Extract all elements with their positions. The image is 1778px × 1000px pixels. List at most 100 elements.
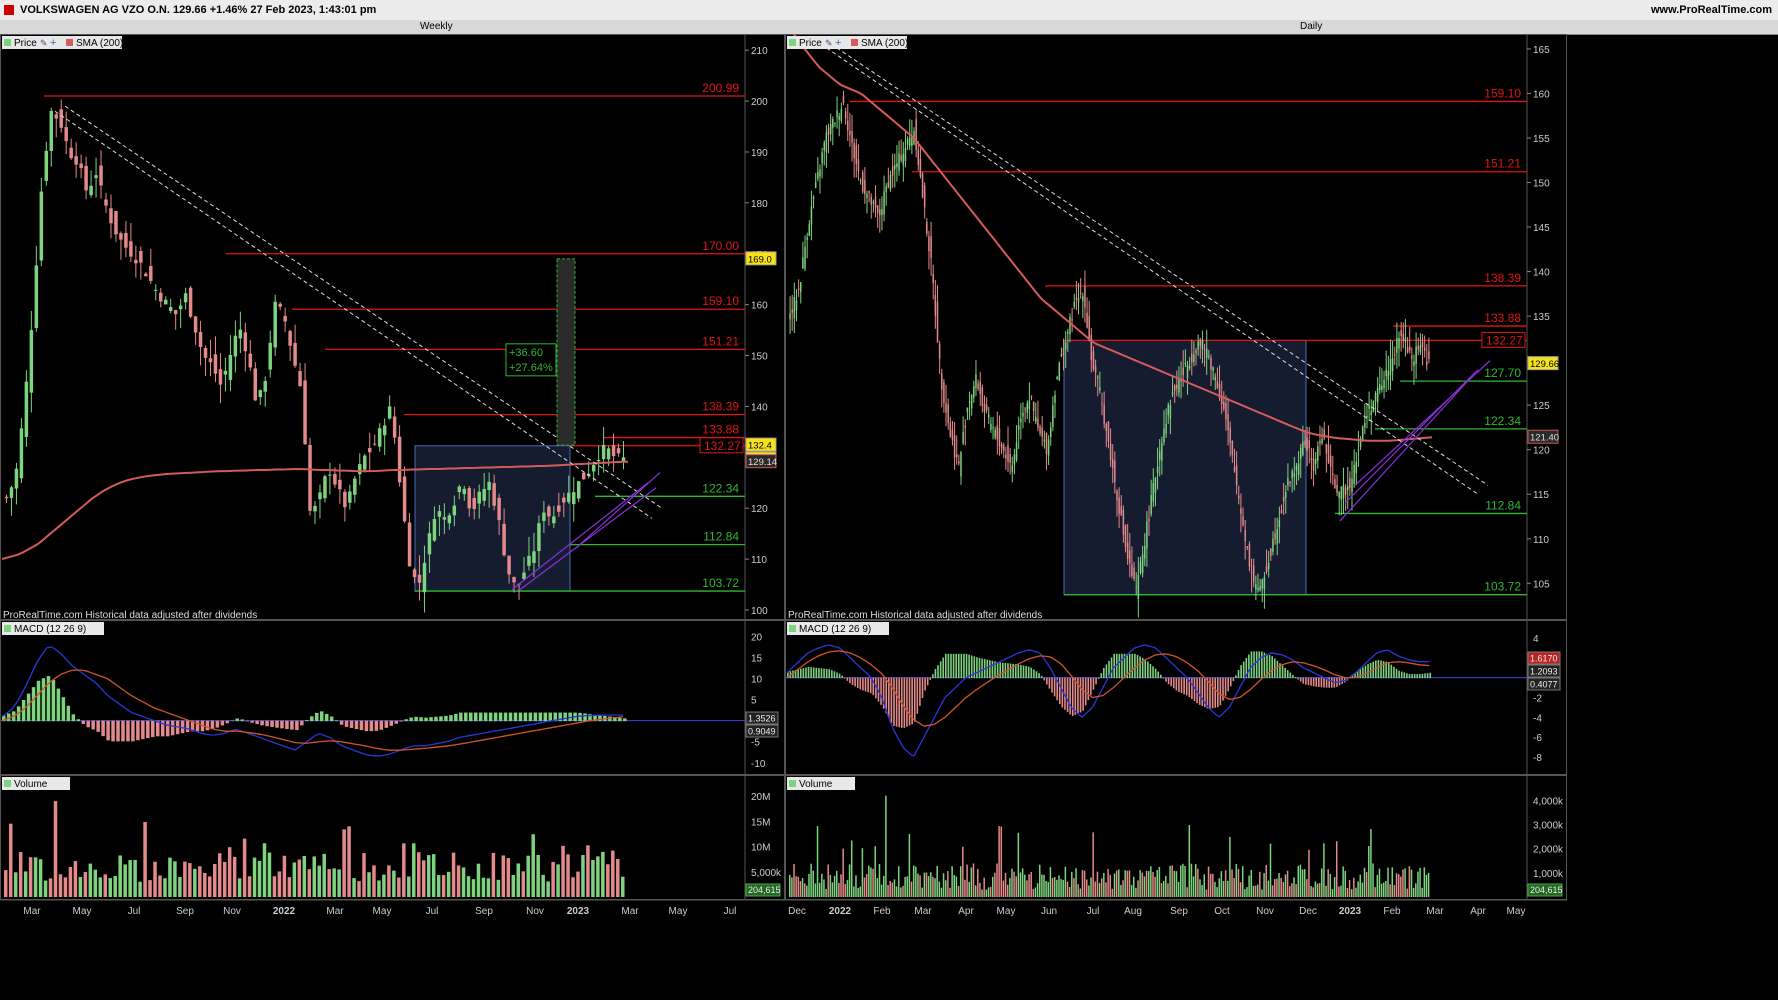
settings-wrench-icon[interactable]: ✎ [40, 38, 48, 48]
macd-hist-bar [503, 712, 508, 722]
volume-bar [108, 878, 112, 897]
volume-bar [1066, 881, 1069, 897]
candle-body [1417, 346, 1419, 350]
site-link[interactable]: www.ProRealTime.com [1651, 4, 1772, 16]
add-indicator-icon[interactable]: + [835, 37, 841, 49]
macd-hist-bar [1030, 667, 1033, 679]
candle-body [1099, 387, 1101, 391]
macd-hist-bar [849, 677, 851, 684]
macd-hist-bar [324, 713, 329, 722]
time-axis-tick: Apr [958, 906, 974, 917]
candle-body [1167, 404, 1170, 416]
macd-legend[interactable]: MACD (12 26 9) [2, 622, 104, 635]
measure-tool[interactable] [556, 258, 576, 446]
candle-body [134, 259, 138, 264]
volume-bar [541, 874, 545, 897]
time-axis-tick: Nov [223, 906, 241, 917]
macd-hist-bar [913, 677, 916, 722]
volume-bar [1378, 868, 1381, 897]
volume-bar [158, 875, 162, 897]
volume-bar [1105, 882, 1107, 897]
volume-bar [1083, 870, 1086, 897]
candle-body [1346, 485, 1349, 491]
volume-bar [441, 875, 446, 897]
volume-bar [863, 877, 866, 897]
candle-body [387, 406, 392, 419]
volume-bar [1259, 871, 1261, 897]
level-label: 159.10 [702, 294, 739, 308]
macd-hist-bar [1020, 664, 1022, 679]
chart-workspace[interactable]: 210200190180170160150140130120110100200.… [0, 34, 1778, 1000]
candle-body [832, 119, 834, 128]
level-label: 159.10 [1484, 86, 1521, 100]
price-axis-tick: 120 [1533, 446, 1550, 457]
settings-wrench-icon[interactable]: ✎ [825, 38, 833, 48]
macd-hist-bar [978, 657, 981, 679]
volume-bar [955, 876, 958, 897]
macd-hist-bar [1165, 677, 1167, 682]
macd-hist-bar [444, 715, 448, 722]
level-label: 122.34 [1484, 414, 1521, 428]
macd-hist-bar [947, 653, 950, 679]
volume-bar [591, 860, 595, 897]
candle-body [333, 473, 337, 485]
candle-body [1097, 376, 1099, 379]
macd-legend[interactable]: MACD (12 26 9) [787, 622, 889, 635]
macd-hist-bar [51, 680, 56, 722]
weekly-panel[interactable]: 210200190180170160150140130120110100200.… [0, 34, 785, 917]
daily-panel[interactable]: 1651601551501451401351301251201151101051… [785, 34, 1567, 917]
macd-hist-bar [315, 712, 319, 722]
candle-body [966, 407, 969, 412]
volume-bar [1073, 878, 1075, 897]
candle-body [1101, 403, 1103, 405]
volume-legend[interactable]: Volume [787, 777, 855, 790]
candle-body [298, 370, 302, 387]
candle-body [1090, 334, 1093, 360]
macd-hist-bar [225, 720, 230, 724]
volume-bar [267, 852, 272, 897]
candle-body [1186, 364, 1189, 379]
price-legend[interactable]: Price ✎ + SMA (200) [787, 36, 908, 49]
candle-body [1293, 473, 1296, 477]
volume-bar [855, 875, 857, 897]
macd-pane[interactable] [0, 620, 785, 775]
macd-hist-bar [1185, 677, 1188, 696]
volume-bar [1402, 869, 1404, 897]
candle-body [996, 425, 999, 440]
volume-legend[interactable]: Volume [2, 777, 70, 790]
volume-bar [932, 876, 934, 897]
volume-bar [934, 878, 936, 897]
macd-hist-bar [518, 712, 523, 722]
volume-bar [1088, 885, 1090, 897]
candle-body [981, 387, 984, 406]
candle-body [1041, 427, 1043, 437]
candle-body [864, 180, 866, 195]
candle-body [923, 185, 926, 208]
candle-body [851, 131, 853, 143]
volume-bar [831, 882, 834, 897]
volume-bar [1028, 874, 1030, 897]
volume-bar [1034, 887, 1037, 897]
macd-hist-bar [409, 717, 413, 722]
macd-hist-bar [838, 673, 841, 679]
macd-hist-bar [1201, 677, 1204, 707]
macd-hist-bar [1095, 677, 1097, 685]
volume-bar [944, 880, 947, 897]
add-indicator-icon[interactable]: + [50, 37, 56, 49]
macd-hist-bar [1069, 677, 1071, 715]
volume-bar [123, 864, 127, 897]
macd-hist-bar [999, 662, 1002, 679]
candle-body [1084, 286, 1086, 308]
candle-body [84, 165, 88, 191]
price-legend[interactable]: Price ✎ + SMA (200) [2, 36, 123, 49]
macd-hist-bar [1289, 672, 1292, 679]
volume-bar [1410, 869, 1413, 897]
candle-body [1278, 519, 1281, 527]
candle-body [59, 109, 63, 128]
macd-hist-bar [893, 677, 895, 727]
macd-pane[interactable] [785, 620, 1567, 775]
volume-bar [872, 868, 874, 897]
volume-axis-tick: 4,000k [1533, 796, 1564, 807]
time-axis-tick: May [73, 906, 92, 917]
macd-hist-bar [1229, 677, 1232, 687]
